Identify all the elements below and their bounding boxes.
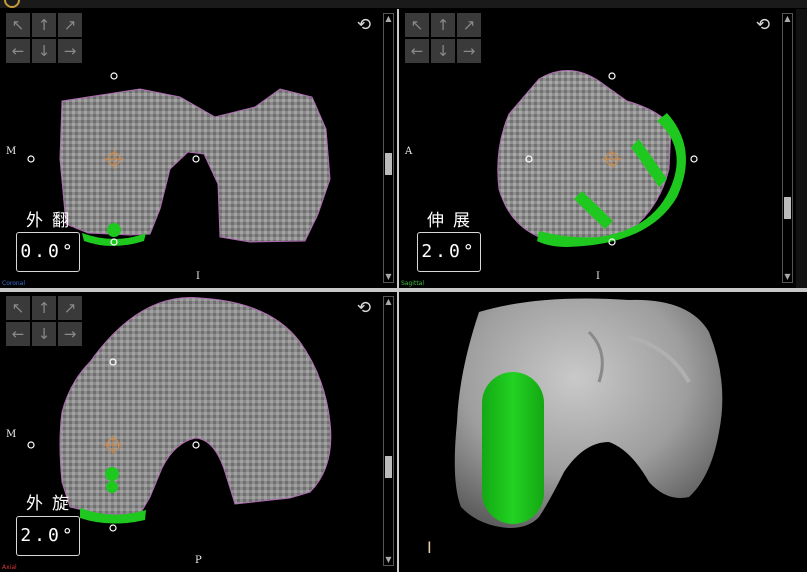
landmark-point — [608, 72, 616, 80]
pan-up-right-button[interactable]: ↗ — [58, 296, 82, 320]
varus-valgus-angle-field[interactable]: 0.0° — [16, 232, 80, 272]
flexion-label: 伸展 — [427, 211, 479, 231]
pan-up-button[interactable]: ↑ — [32, 296, 56, 320]
rotation-label: 外旋 — [26, 494, 78, 514]
orientation-label-left: M — [6, 146, 17, 157]
pan-up-left-button[interactable]: ↖ — [405, 13, 429, 37]
3d-model[interactable] — [399, 292, 807, 572]
pan-controls: ↖ ↑ ↗ ← ↓ → — [6, 296, 82, 348]
orientation-label-left: M — [6, 429, 17, 440]
varus-valgus-label: 外翻 — [26, 211, 78, 231]
landmark-point — [27, 155, 35, 163]
3d-view[interactable]: I — [399, 292, 807, 572]
coronal-view[interactable]: ↖ ↑ ↗ ← ↓ → ⟲ ▲ ▼ M I 外翻 0.0° Coronal — [0, 9, 397, 288]
bone-slice — [59, 297, 332, 515]
pan-up-button[interactable]: ↑ — [32, 13, 56, 37]
pan-up-right-button[interactable]: ↗ — [58, 13, 82, 37]
pan-up-button[interactable]: ↑ — [431, 13, 455, 37]
pan-down-button[interactable]: ↓ — [32, 39, 56, 63]
landmark-point — [27, 441, 35, 449]
rotate-icon[interactable]: ⟲ — [352, 298, 376, 318]
pan-up-left-button[interactable]: ↖ — [6, 13, 30, 37]
view-caption: Coronal — [2, 280, 26, 287]
pan-controls: ↖ ↑ ↗ ← ↓ → — [6, 13, 82, 65]
scroll-down-icon[interactable]: ▼ — [384, 272, 393, 282]
slice-scrollbar[interactable]: ▲ ▼ — [383, 296, 394, 566]
implant-peg — [107, 223, 121, 237]
rotate-icon[interactable]: ⟲ — [352, 15, 376, 35]
pan-down-button[interactable]: ↓ — [32, 322, 56, 346]
orientation-label-bottom: P — [195, 555, 202, 566]
pan-left-button[interactable]: ← — [405, 39, 429, 63]
scroll-up-icon[interactable]: ▲ — [384, 297, 393, 307]
landmark-point — [192, 441, 200, 449]
scroll-up-icon[interactable]: ▲ — [783, 14, 792, 24]
pan-up-right-button[interactable]: ↗ — [457, 13, 481, 37]
title-bar — [0, 0, 807, 8]
flexion-angle-field[interactable]: 2.0° — [417, 232, 481, 272]
view-caption: Sagittal — [401, 280, 425, 287]
scroll-thumb[interactable] — [385, 153, 392, 175]
orientation-label-bottom: I — [596, 271, 600, 282]
orientation-label-left: A — [405, 146, 413, 157]
orientation-label-bottom: I — [196, 271, 200, 282]
pan-controls: ↖ ↑ ↗ ← ↓ → — [405, 13, 481, 65]
implant-peg — [106, 481, 118, 493]
slice-scrollbar[interactable]: ▲ ▼ — [782, 13, 793, 283]
horizontal-divider — [0, 288, 807, 292]
pan-right-button[interactable]: → — [58, 39, 82, 63]
scroll-thumb[interactable] — [385, 456, 392, 478]
pan-right-button[interactable]: → — [58, 322, 82, 346]
sagittal-view[interactable]: ↖ ↑ ↗ ← ↓ → ⟲ ▲ ▼ A I 伸展 2.0° Sagittal — [399, 9, 796, 288]
scroll-thumb[interactable] — [784, 197, 791, 219]
implant-peg — [105, 467, 119, 481]
axial-view[interactable]: ↖ ↑ ↗ ← ↓ → ⟲ ▲ ▼ M P 外旋 2.0° Axial — [0, 292, 397, 572]
rotate-icon[interactable]: ⟲ — [751, 15, 775, 35]
pan-left-button[interactable]: ← — [6, 39, 30, 63]
pan-left-button[interactable]: ← — [6, 322, 30, 346]
landmark-point — [110, 72, 118, 80]
landmark-point — [192, 155, 200, 163]
pan-right-button[interactable]: → — [457, 39, 481, 63]
bone-slice — [59, 88, 331, 243]
landmark-point — [690, 155, 698, 163]
scroll-up-icon[interactable]: ▲ — [384, 14, 393, 24]
pan-down-button[interactable]: ↓ — [431, 39, 455, 63]
logo-icon — [4, 0, 20, 8]
view-caption: Axial — [2, 564, 17, 571]
orientation-marker: I — [427, 538, 432, 557]
slice-scrollbar[interactable]: ▲ ▼ — [383, 13, 394, 283]
panel-edge — [796, 9, 807, 288]
pan-up-left-button[interactable]: ↖ — [6, 296, 30, 320]
landmark-point — [109, 524, 117, 532]
implant-model — [482, 372, 544, 524]
scroll-down-icon[interactable]: ▼ — [783, 272, 792, 282]
scroll-down-icon[interactable]: ▼ — [384, 555, 393, 565]
rotation-angle-field[interactable]: 2.0° — [16, 516, 80, 556]
